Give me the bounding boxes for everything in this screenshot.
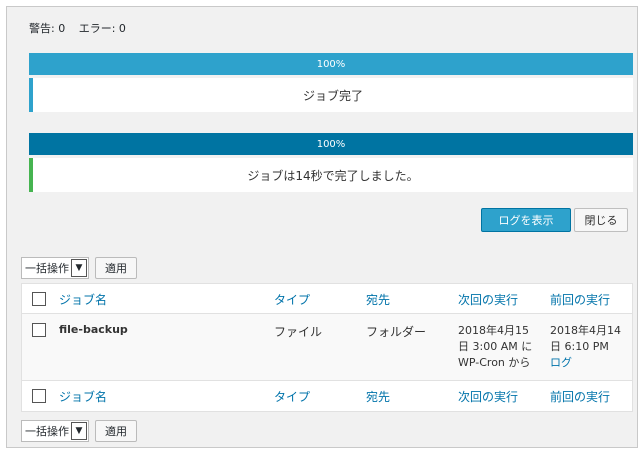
column-footer-last-run[interactable]: 前回の実行 [550, 388, 610, 405]
column-header-last-run[interactable]: 前回の実行 [550, 291, 610, 308]
last-run-log-link[interactable]: ログ [550, 355, 621, 371]
progress-label-step: 100% [316, 58, 346, 70]
column-footer-destination[interactable]: 宛先 [366, 388, 390, 405]
progress-bar-step: 100% [29, 53, 633, 75]
apply-button-bottom[interactable]: 適用 [95, 420, 137, 442]
warning-count: 警告: 0 [29, 22, 66, 35]
bulk-actions-bottom: 一括操作 ▼ 適用 [21, 420, 137, 442]
table-header-row: ジョブ名 タイプ 宛先 次回の実行 前回の実行 [22, 284, 632, 314]
column-header-destination[interactable]: 宛先 [366, 291, 390, 308]
close-button[interactable]: 閉じる [574, 208, 628, 232]
show-log-button[interactable]: ログを表示 [481, 208, 571, 232]
bulk-action-select-bottom[interactable]: 一括操作 ▼ [21, 420, 89, 442]
next-run-line2: 日 3:00 AM に [458, 340, 533, 353]
next-run-line1: 2018年4月15 [458, 324, 529, 337]
job-complete-message: ジョブは14秒で完了しました。 [29, 158, 633, 192]
last-run: 2018年4月14 日 6:10 PM ログ [550, 323, 621, 371]
column-header-next-run[interactable]: 次回の実行 [458, 291, 518, 308]
bulk-action-select-top[interactable]: 一括操作 ▼ [21, 257, 89, 279]
step-message: ジョブ完了 [29, 78, 633, 112]
column-header-type[interactable]: タイプ [274, 291, 310, 308]
error-count: エラー: 0 [78, 22, 126, 35]
job-destination: フォルダー [366, 325, 427, 339]
column-footer-type[interactable]: タイプ [274, 388, 310, 405]
backup-job-panel: 警告: 0 エラー: 0 100% ジョブ完了 100% ジョブは14秒で完了し… [6, 6, 638, 448]
bulk-action-label-bottom: 一括操作 [25, 425, 69, 438]
bulk-action-label: 一括操作 [25, 262, 69, 275]
job-name[interactable]: file-backup [59, 323, 128, 336]
next-run: 2018年4月15 日 3:00 AM に WP-Cron から [458, 323, 532, 371]
chevron-down-icon: ▼ [71, 422, 87, 440]
select-all-checkbox-footer[interactable] [32, 389, 46, 403]
column-header-job-name[interactable]: ジョブ名 [59, 291, 107, 308]
progress-label-overall: 100% [316, 138, 346, 150]
progress-bar-overall: 100% [29, 133, 633, 155]
chevron-down-icon: ▼ [71, 259, 87, 277]
jobs-table: ジョブ名 タイプ 宛先 次回の実行 前回の実行 file-backup ファイル… [21, 283, 633, 412]
table-footer-row: ジョブ名 タイプ 宛先 次回の実行 前回の実行 [22, 381, 632, 411]
row-checkbox[interactable] [32, 323, 46, 337]
column-footer-job-name[interactable]: ジョブ名 [59, 388, 107, 405]
last-run-line2: 日 6:10 PM [550, 340, 609, 353]
table-row: file-backup ファイル フォルダー 2018年4月15 日 3:00 … [22, 314, 632, 381]
job-type: ファイル [274, 325, 323, 339]
bulk-actions-top: 一括操作 ▼ 適用 [21, 257, 137, 279]
apply-button-top[interactable]: 適用 [95, 257, 137, 279]
select-all-checkbox[interactable] [32, 292, 46, 306]
next-run-line3: WP-Cron から [458, 356, 531, 369]
column-footer-next-run[interactable]: 次回の実行 [458, 388, 518, 405]
status-counts: 警告: 0 エラー: 0 [29, 20, 136, 36]
last-run-line1: 2018年4月14 [550, 324, 621, 337]
